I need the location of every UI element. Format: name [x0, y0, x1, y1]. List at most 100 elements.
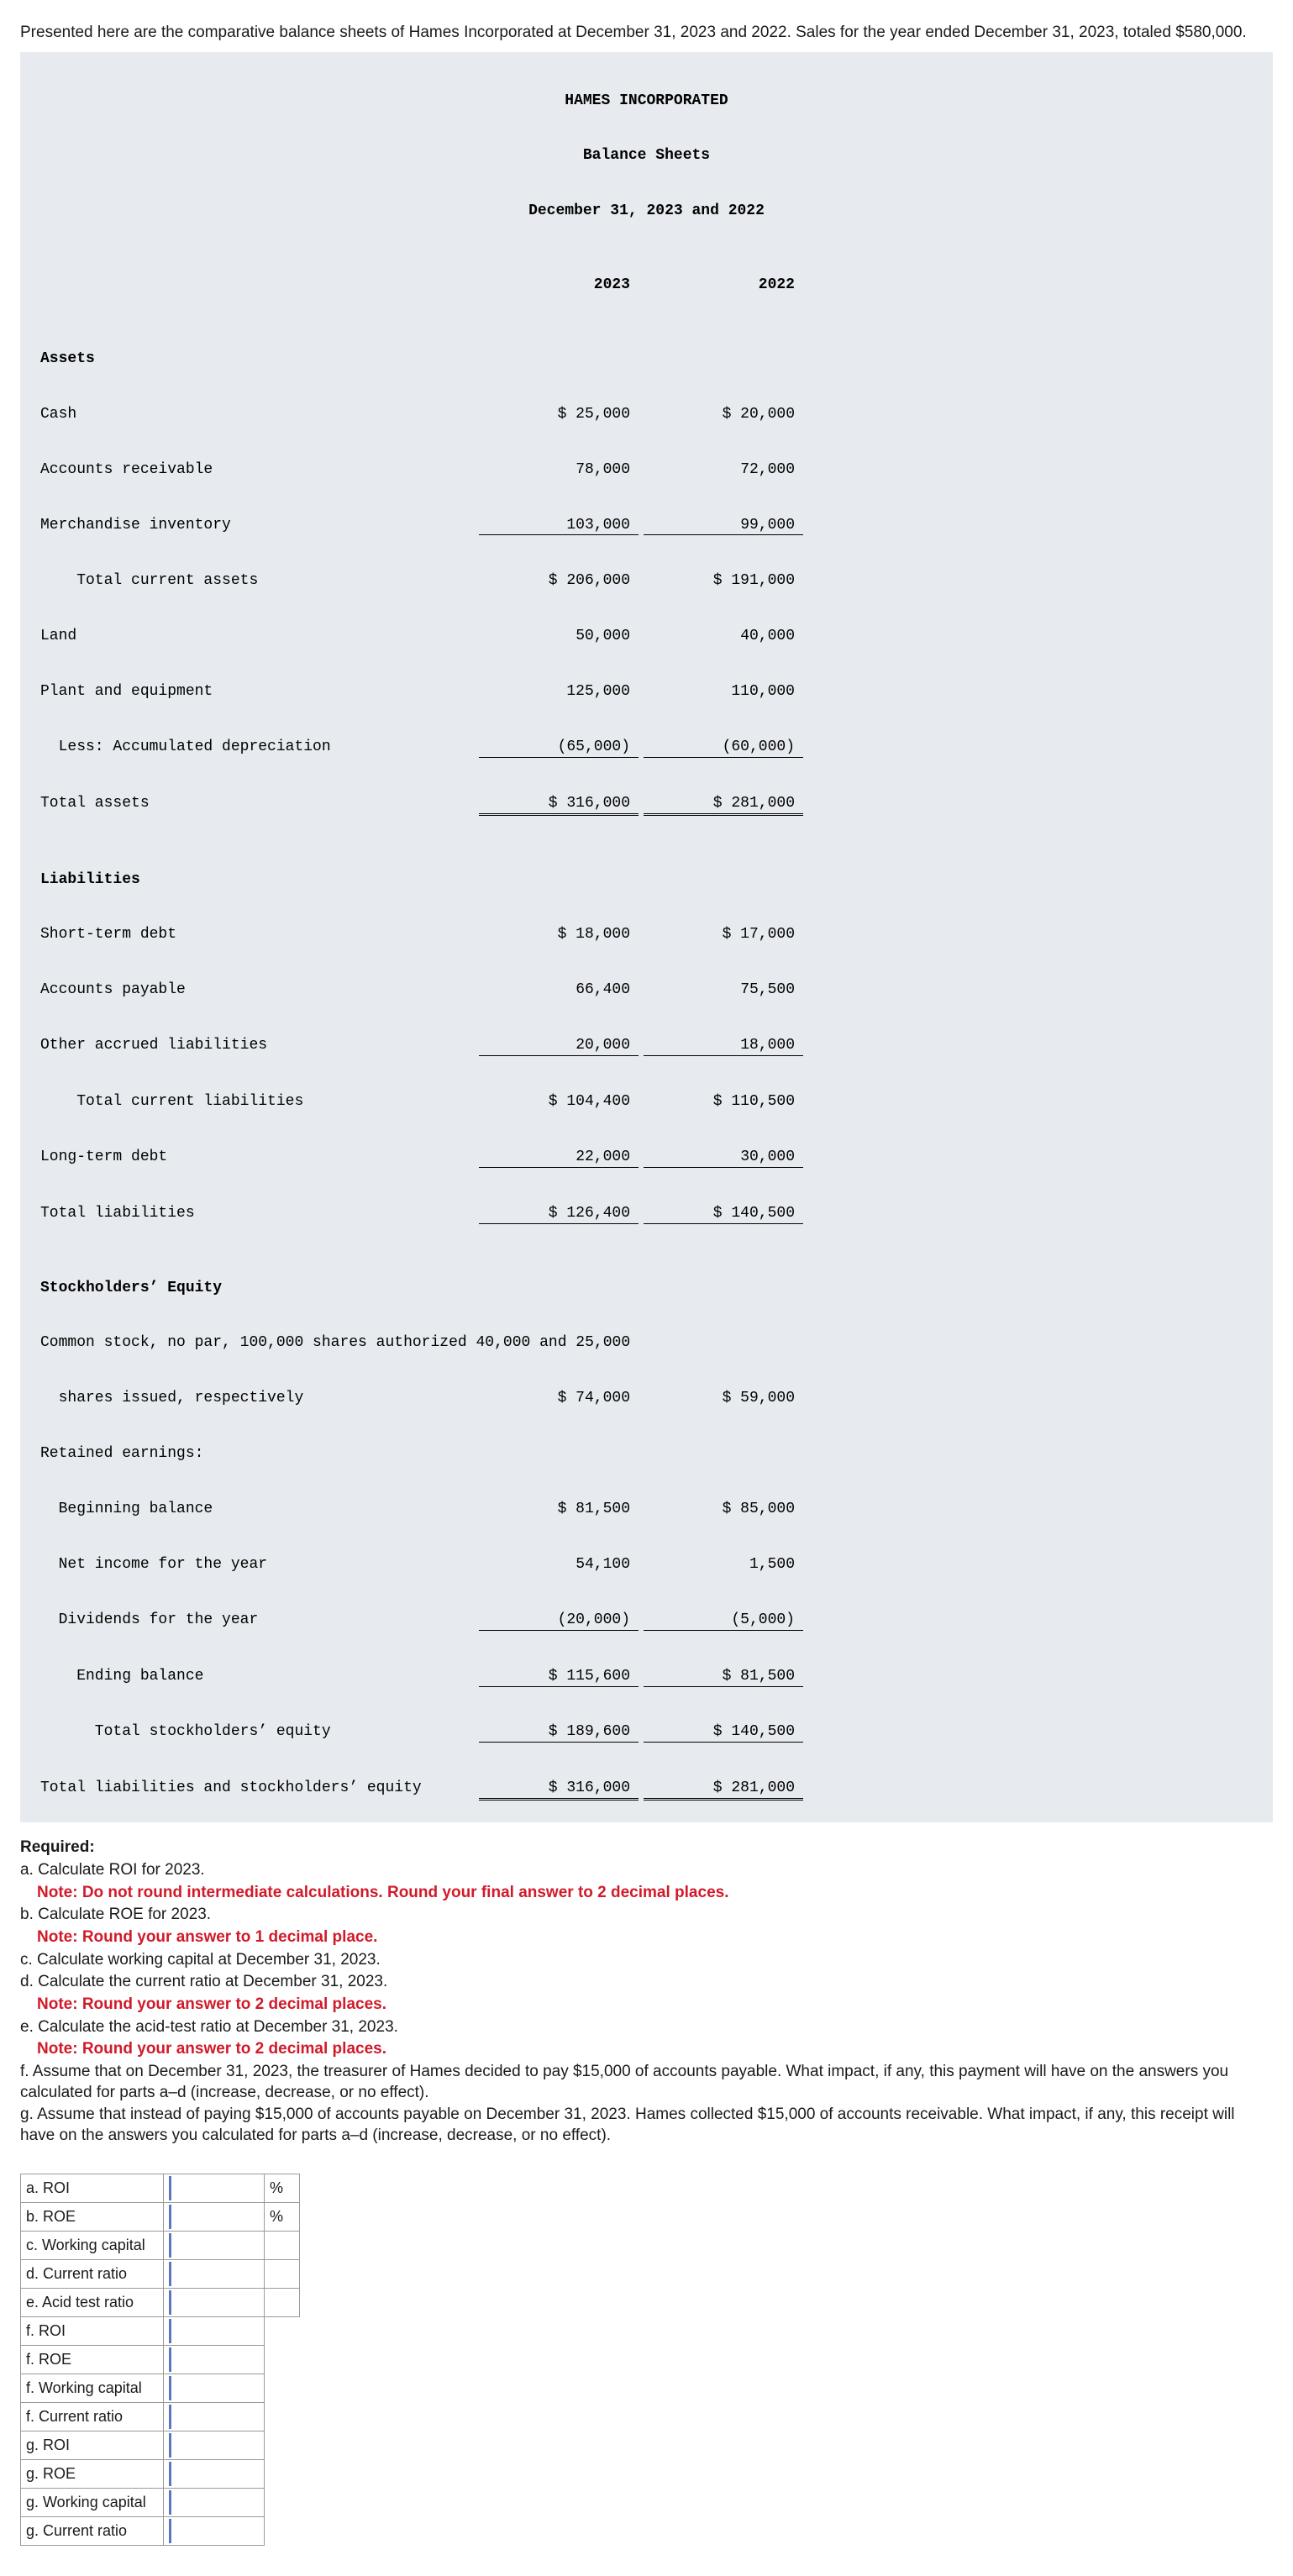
- answer-label: g. ROI: [21, 2431, 164, 2459]
- row-land: Land: [20, 628, 474, 646]
- ltd-2023: 22,000: [479, 1149, 639, 1168]
- row-cash: Cash: [20, 406, 474, 424]
- tcl-2023: $ 104,400: [479, 1093, 639, 1112]
- oal-2022: 18,000: [644, 1037, 803, 1056]
- std-2022: $ 17,000: [644, 926, 803, 944]
- tse-2023: $ 189,600: [479, 1723, 639, 1743]
- ad-2022: (60,000): [644, 739, 803, 758]
- intro-text: Presented here are the comparative balan…: [20, 23, 1273, 44]
- answer-row: a. ROI %: [21, 2174, 300, 2202]
- req-g: g. Assume that instead of paying $15,000…: [20, 2105, 1273, 2146]
- row-tl: Total liabilities: [20, 1205, 474, 1224]
- answer-row: f. Working capital: [21, 2374, 300, 2402]
- row-tca: Total current assets: [20, 572, 474, 591]
- answers-table: a. ROI %b. ROE %c. Working capital d. Cu…: [20, 2174, 300, 2546]
- cash-2022: $ 20,000: [644, 406, 803, 424]
- land-2023: 50,000: [479, 628, 639, 646]
- pe-2022: 110,000: [644, 683, 803, 702]
- div-2022: (5,000): [644, 1611, 803, 1631]
- col-2022: 2022: [644, 276, 803, 295]
- row-div: Dividends for the year: [20, 1611, 474, 1631]
- row-mi: Merchandise inventory: [20, 517, 474, 536]
- answer-input[interactable]: [164, 2316, 265, 2345]
- answer-input[interactable]: [164, 2516, 265, 2545]
- answer-input[interactable]: [164, 2288, 265, 2316]
- answer-input[interactable]: [164, 2459, 265, 2488]
- sheet-title-1: HAMES INCORPORATED: [20, 92, 1273, 111]
- ap-2023: 66,400: [479, 981, 639, 1000]
- ni-2023: 54,100: [479, 1556, 639, 1575]
- tcl-2022: $ 110,500: [644, 1093, 803, 1112]
- req-d-note: Note: Round your answer to 2 decimal pla…: [20, 1995, 1273, 2016]
- row-tse: Total stockholders’ equity: [20, 1723, 474, 1743]
- sheet-title-3: December 31, 2023 and 2022: [20, 202, 1273, 221]
- answer-row: d. Current ratio: [21, 2259, 300, 2288]
- row-oal: Other accrued liabilities: [20, 1037, 474, 1056]
- eb-2023: $ 115,600: [479, 1668, 639, 1687]
- answer-unit: [265, 2231, 300, 2259]
- answer-input[interactable]: [164, 2488, 265, 2516]
- answer-label: e. Acid test ratio: [21, 2288, 164, 2316]
- tse-2022: $ 140,500: [644, 1723, 803, 1743]
- ta-2023: $ 316,000: [479, 795, 639, 816]
- tl-2023: $ 126,400: [479, 1205, 639, 1224]
- req-d: d. Calculate the current ratio at Decemb…: [20, 1972, 1273, 1993]
- row-tlse: Total liabilities and stockholders’ equi…: [20, 1780, 474, 1801]
- pe-2023: 125,000: [479, 683, 639, 702]
- answer-label: c. Working capital: [21, 2231, 164, 2259]
- row-re: Retained earnings:: [20, 1445, 474, 1464]
- row-std: Short-term debt: [20, 926, 474, 944]
- answer-row: f. Current ratio: [21, 2402, 300, 2431]
- row-cs2: shares issued, respectively: [20, 1390, 474, 1408]
- req-e: e. Calculate the acid-test ratio at Dece…: [20, 2017, 1273, 2038]
- balance-sheet: HAMES INCORPORATED Balance Sheets Decemb…: [20, 52, 1273, 1823]
- row-bb: Beginning balance: [20, 1501, 474, 1519]
- answer-input[interactable]: [164, 2231, 265, 2259]
- required-section: Required: a. Calculate ROI for 2023. Not…: [20, 1837, 1273, 2147]
- answer-row: g. ROE: [21, 2459, 300, 2488]
- tca-2022: $ 191,000: [644, 572, 803, 591]
- answer-label: f. Current ratio: [21, 2402, 164, 2431]
- answer-row: g. Current ratio: [21, 2516, 300, 2545]
- se-header: Stockholders’ Equity: [20, 1280, 474, 1298]
- answer-unit: %: [265, 2174, 300, 2202]
- row-ad: Less: Accumulated depreciation: [20, 739, 474, 758]
- assets-header: Assets: [20, 350, 474, 369]
- liab-header: Liabilities: [20, 871, 474, 890]
- div-2023: (20,000): [479, 1611, 639, 1631]
- answer-row: e. Acid test ratio: [21, 2288, 300, 2316]
- answer-label: g. Working capital: [21, 2488, 164, 2516]
- answer-input[interactable]: [164, 2174, 265, 2202]
- answer-row: f. ROI: [21, 2316, 300, 2345]
- req-c: c. Calculate working capital at December…: [20, 1950, 1273, 1971]
- bb-2022: $ 85,000: [644, 1501, 803, 1519]
- row-ta: Total assets: [20, 795, 474, 816]
- answer-row: b. ROE %: [21, 2202, 300, 2231]
- answer-label: f. ROE: [21, 2345, 164, 2374]
- answer-unit: [265, 2259, 300, 2288]
- ar-2023: 78,000: [479, 461, 639, 480]
- std-2023: $ 18,000: [479, 926, 639, 944]
- answer-label: b. ROE: [21, 2202, 164, 2231]
- answer-input[interactable]: [164, 2345, 265, 2374]
- answer-input[interactable]: [164, 2259, 265, 2288]
- answer-input[interactable]: [164, 2202, 265, 2231]
- land-2022: 40,000: [644, 628, 803, 646]
- tlse-2022: $ 281,000: [644, 1780, 803, 1801]
- req-b-note: Note: Round your answer to 1 decimal pla…: [20, 1927, 1273, 1948]
- row-cs1: Common stock, no par, 100,000 shares aut…: [20, 1334, 474, 1353]
- answer-label: g. Current ratio: [21, 2516, 164, 2545]
- req-e-note: Note: Round your answer to 2 decimal pla…: [20, 2039, 1273, 2060]
- tca-2023: $ 206,000: [479, 572, 639, 591]
- answer-input[interactable]: [164, 2402, 265, 2431]
- answer-row: g. Working capital: [21, 2488, 300, 2516]
- answer-label: g. ROE: [21, 2459, 164, 2488]
- answer-input[interactable]: [164, 2431, 265, 2459]
- row-ni: Net income for the year: [20, 1556, 474, 1575]
- answer-row: c. Working capital: [21, 2231, 300, 2259]
- answer-label: a. ROI: [21, 2174, 164, 2202]
- req-a-note: Note: Do not round intermediate calculat…: [20, 1883, 1273, 1904]
- ad-2023: (65,000): [479, 739, 639, 758]
- mi-2023: 103,000: [479, 517, 639, 536]
- answer-input[interactable]: [164, 2374, 265, 2402]
